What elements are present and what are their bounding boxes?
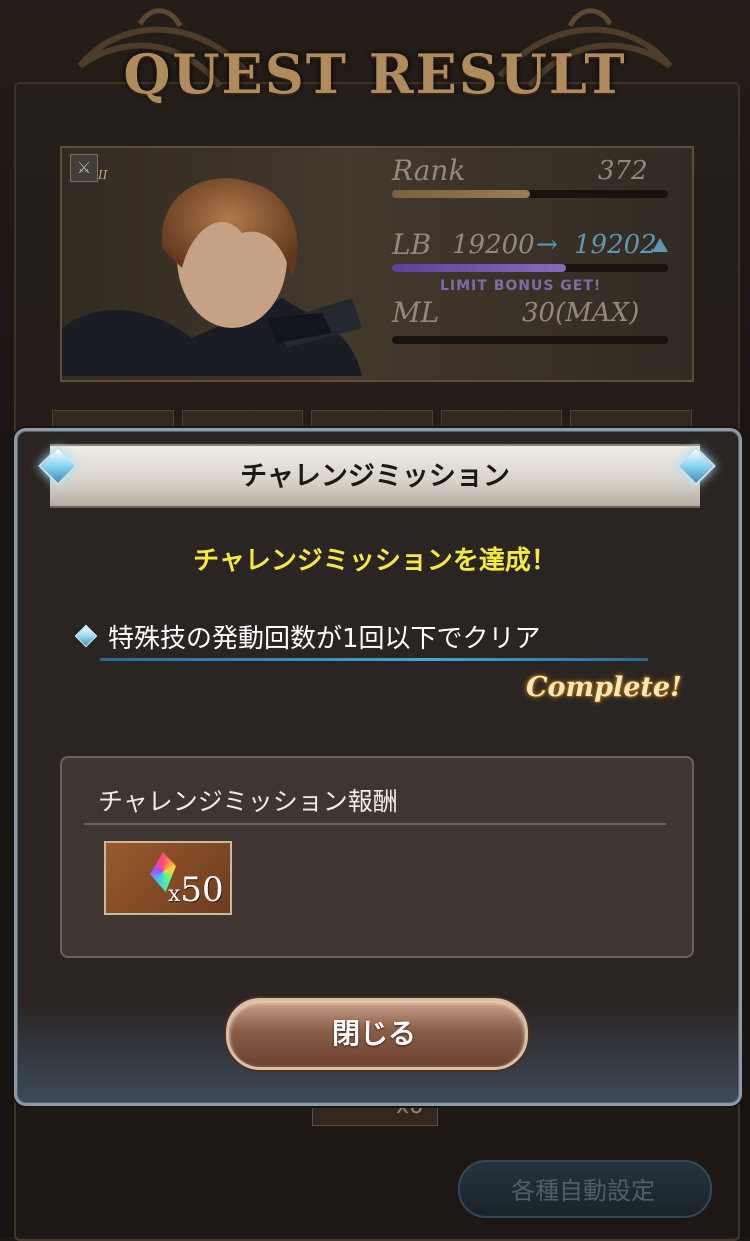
mission-row: 特殊技の発動回数が1回以下でクリア <box>74 616 541 656</box>
mission-gem-icon <box>74 624 98 648</box>
reward-quantity-value: 50 <box>180 870 224 910</box>
reward-quantity: x50 <box>168 870 224 910</box>
mission-achieved-text: チャレンジミッションを達成！ <box>193 546 557 576</box>
mission-underline <box>100 658 648 661</box>
reward-quantity-prefix: x <box>168 882 181 907</box>
reward-divider <box>84 823 666 825</box>
complete-stamp: Complete! <box>526 672 682 703</box>
reward-section-title: チャレンジミッション報酬 <box>98 787 398 816</box>
modal-header-title: チャレンジミッション <box>240 461 510 492</box>
mission-condition-text: 特殊技の発動回数が1回以下でクリア <box>108 623 541 654</box>
close-button-label: 閉じる <box>331 1017 416 1050</box>
